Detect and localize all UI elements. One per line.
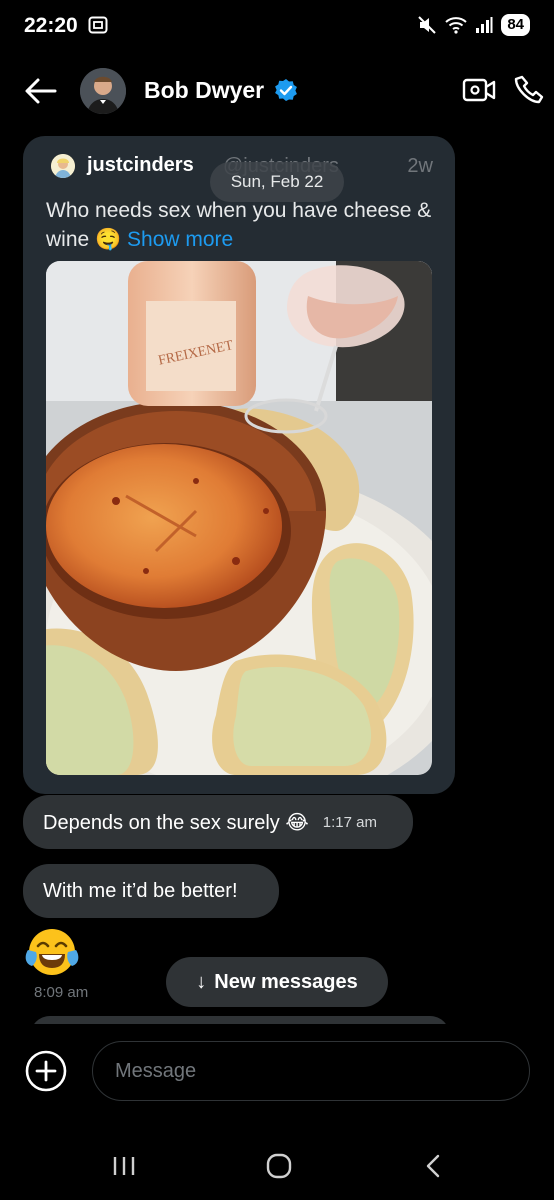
message-bubble[interactable]: With me it’d be better! xyxy=(23,864,279,918)
show-more-link[interactable]: Show more xyxy=(127,228,233,251)
message-text: Depends on the sex surely 😂 xyxy=(43,811,309,834)
home-icon[interactable] xyxy=(266,1153,292,1179)
post-text: Who needs sex when you have cheese & win… xyxy=(46,196,436,254)
conversation-header: Bob Dwyer xyxy=(0,58,554,124)
status-bar: 22:20 84 xyxy=(0,0,554,54)
message-time: 1:17 am xyxy=(322,813,377,831)
post-text-body: Who needs sex when you have cheese & win… xyxy=(46,199,432,251)
screenshot-icon xyxy=(88,16,108,34)
battery-icon: 84 xyxy=(501,14,530,36)
message-text: With me it’d be better! xyxy=(43,879,238,902)
back-arrow-icon[interactable] xyxy=(24,76,58,106)
add-attachment-icon[interactable] xyxy=(24,1049,68,1093)
verified-badge-icon xyxy=(275,79,297,101)
status-time: 22:20 xyxy=(24,14,78,37)
phone-icon[interactable] xyxy=(514,74,546,106)
new-messages-button[interactable]: ↓ New messages xyxy=(166,957,388,1007)
post-age: 2w xyxy=(407,155,433,177)
signal-icon xyxy=(476,17,493,33)
message-bubble[interactable]: Depends on the sex surely 😂 1:17 am xyxy=(23,795,413,849)
back-icon[interactable] xyxy=(424,1153,442,1179)
avatar[interactable] xyxy=(80,68,126,114)
message-time: 8:09 am xyxy=(34,984,89,1001)
post-author-avatar xyxy=(51,154,75,178)
down-arrow-icon: ↓ xyxy=(196,970,207,993)
status-icons: 84 xyxy=(417,14,530,36)
shared-post-card[interactable]: justcinders @justcinders 2w Who needs se… xyxy=(23,136,455,794)
date-divider: Sun, Feb 22 xyxy=(210,162,344,202)
video-call-icon[interactable] xyxy=(462,76,496,104)
new-messages-label: New messages xyxy=(214,970,358,993)
wifi-icon xyxy=(445,17,467,34)
recents-icon[interactable] xyxy=(112,1154,136,1178)
contact-name[interactable]: Bob Dwyer xyxy=(144,77,264,104)
post-image[interactable]: FREIXENET xyxy=(46,261,432,775)
laughing-tears-emoji-message[interactable] xyxy=(24,926,80,978)
mute-icon xyxy=(418,16,437,34)
message-input[interactable] xyxy=(92,1041,530,1101)
post-author-name: justcinders xyxy=(87,154,194,176)
